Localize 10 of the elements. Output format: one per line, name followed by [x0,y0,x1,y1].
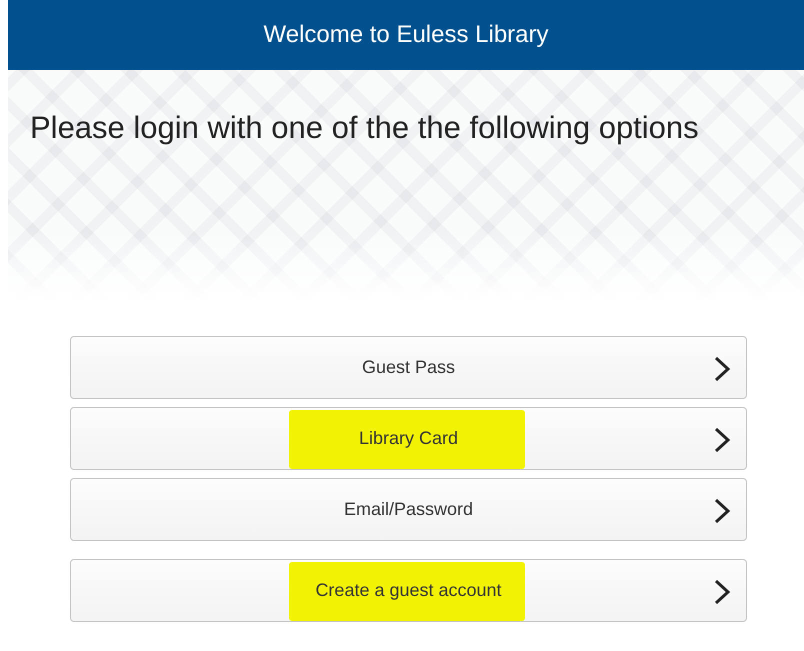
chevron-right-icon [712,579,732,605]
page-heading: Please login with one of the the following options [30,110,699,146]
chevron-right-icon [712,498,732,524]
chevron-right-icon [712,356,732,382]
login-option-button[interactable]: Library Card [70,407,747,470]
login-option-button[interactable]: Create a guest account [70,559,747,622]
header-title: Welcome to Euless Library [264,21,548,49]
login-option-button[interactable]: Email/Password [70,478,747,541]
chevron-right-icon [712,427,732,453]
login-option-button[interactable]: Guest Pass [70,336,747,399]
